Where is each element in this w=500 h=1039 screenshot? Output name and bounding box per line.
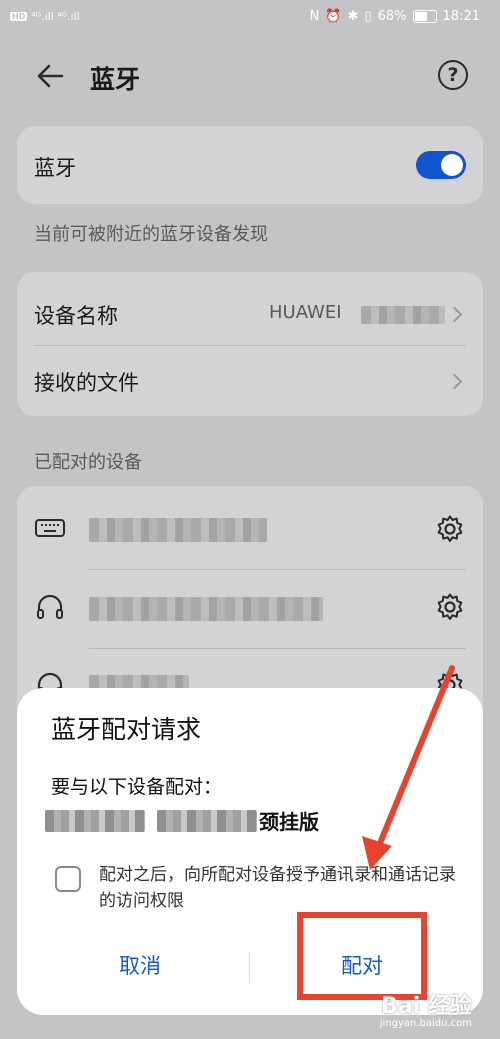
signal-icon: ⁴ᴳ.ıll ⁴ᴳ.ıll [31, 10, 80, 23]
keyboard-icon [35, 519, 65, 537]
hd-badge: HD [10, 12, 28, 21]
page-title: 蓝牙 [90, 65, 141, 94]
device-name-redacted [45, 810, 145, 832]
received-files-label[interactable]: 接收的文件 [34, 367, 139, 397]
bluetooth-toggle-card[interactable]: 蓝牙 [17, 126, 483, 204]
gear-icon[interactable] [435, 514, 465, 544]
toggle-knob [441, 154, 463, 176]
battery-icon [412, 10, 437, 23]
device-name-redacted [361, 306, 445, 324]
dialog-device-name: 颈挂版 [259, 810, 319, 834]
watermark-url: jingyan.baidu.com [379, 1018, 472, 1029]
bluetooth-label: 蓝牙 [34, 156, 76, 180]
pair-button-highlight [297, 912, 427, 1000]
cancel-button[interactable]: 取消 [37, 936, 243, 996]
bluetooth-toggle[interactable] [416, 151, 466, 179]
device-info-card: 设备名称 HUAWEI 接收的文件 [17, 272, 483, 416]
device-name-redacted [89, 597, 323, 621]
vibrate-icon: ▯ [364, 9, 372, 24]
status-bar-right: N ⏰ ✱ ▯ 68% 18:21 [310, 9, 480, 24]
clock: 18:21 [442, 9, 480, 24]
pairing-dialog: 蓝牙配对请求 要与以下设备配对： 颈挂版 配对之后，向所配对设备授予通讯录和通话… [17, 688, 483, 1015]
permission-checkbox[interactable] [55, 866, 81, 892]
gear-icon[interactable] [435, 592, 465, 622]
divider [89, 569, 466, 570]
status-bar: HD ⁴ᴳ.ıll ⁴ᴳ.ıll N ⏰ ✱ ▯ 68% 18:21 [0, 0, 500, 38]
top-bar: 蓝牙 ? [0, 52, 500, 104]
status-bar-left: HD ⁴ᴳ.ıll ⁴ᴳ.ıll [10, 10, 80, 23]
divider [34, 345, 466, 346]
device-name-value: HUAWEI [269, 302, 342, 323]
back-arrow-icon[interactable] [34, 60, 66, 92]
visibility-hint: 当前可被附近的蓝牙设备发现 [34, 224, 268, 245]
device-name-redacted [89, 518, 267, 542]
paired-devices-label: 已配对的设备 [34, 452, 142, 473]
divider [89, 648, 466, 649]
dialog-title: 蓝牙配对请求 [51, 715, 202, 744]
button-divider [249, 952, 250, 982]
alarm-icon: ⏰ [325, 9, 342, 24]
watermark-logo: Bai 经验 [381, 994, 472, 1019]
permission-text: 配对之后，向所配对设备授予通讯录和通话记录的访问权限 [99, 865, 456, 911]
nfc-icon: N [309, 9, 320, 24]
bluetooth-status-icon: ✱ [347, 9, 359, 24]
headset-icon [37, 594, 63, 619]
device-name-redacted [157, 810, 257, 832]
battery-percent: 68% [377, 9, 407, 24]
dialog-message: 要与以下设备配对： [51, 776, 223, 798]
chevron-right-icon [446, 373, 463, 390]
help-icon[interactable]: ? [438, 60, 468, 90]
chevron-right-icon [446, 306, 463, 323]
device-name-label[interactable]: 设备名称 [34, 300, 118, 330]
